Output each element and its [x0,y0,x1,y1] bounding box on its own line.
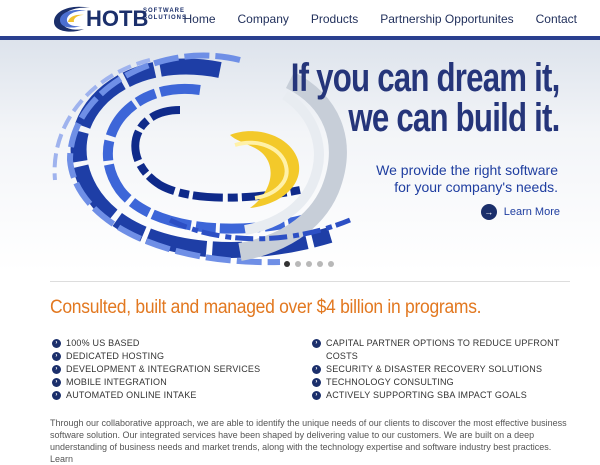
list-item-text: AUTOMATED ONLINE INTAKE [66,390,197,400]
nav-home[interactable]: Home [173,12,227,26]
list-item: › DEDICATED HOSTING [52,350,292,363]
chevron-right-icon: › [52,352,61,361]
hero-slider: If you can dream it, we can build it. We… [0,40,600,272]
list-item: › ACTIVELY SUPPORTING SBA IMPACT GOALS [312,389,562,402]
nav-contact[interactable]: Contact [525,12,588,26]
list-item-text: 100% US BASED [66,338,140,348]
chevron-right-icon: › [312,339,321,348]
list-item-text: DEVELOPMENT & INTEGRATION SERVICES [66,364,261,374]
chevron-right-icon: › [52,378,61,387]
logo-wordmark: HOTB [86,6,149,31]
arrow-right-icon: → [480,204,497,220]
hero-headline-line-2: we can build it. [348,96,561,140]
intro-paragraph: Through our collaborative approach, we a… [50,418,567,464]
list-item-text: DEDICATED HOSTING [66,351,165,361]
list-item: › 100% US BASED [52,337,292,350]
hero-headline-line-1: If you can dream it, [291,56,561,100]
section-divider [50,281,570,282]
chevron-right-icon: › [312,365,321,374]
list-item: › TECHNOLOGY CONSULTING [312,376,562,389]
chevron-right-icon: › [52,365,61,374]
features-list-left: › 100% US BASED › DEDICATED HOSTING › DEVEL… [52,337,292,402]
slider-dot-3[interactable] [306,261,312,267]
chevron-right-icon: › [312,378,321,387]
learn-more-label: Learn More [503,206,560,218]
slider-dot-4[interactable] [317,261,323,267]
nav-products[interactable]: Products [300,12,369,26]
chevron-right-icon: › [312,391,321,400]
nav-partnership-opportunities[interactable]: Partnership Opportunites [369,12,524,26]
slider-dot-1[interactable] [284,261,290,267]
list-item-text: ACTIVELY SUPPORTING SBA IMPACT GOALS [326,390,527,400]
slider-dot-2[interactable] [295,261,301,267]
hero-tagline-line-2: for your company's needs. [394,179,558,195]
features-list-right: › CAPITAL PARTNER OPTIONS TO REDUCE UPFRO… [312,337,562,402]
main-nav: Home Company Products Partnership Opport… [173,12,589,26]
slider-dot-5[interactable] [328,261,334,267]
list-item-text: SECURITY & DISASTER RECOVERY SOLUTIONS [326,364,543,374]
list-item: › SECURITY & DISASTER RECOVERY SOLUTIONS [312,363,562,376]
chevron-right-icon: › [52,339,61,348]
site-header: HOTB SOFTWARE SOLUTIONS Home Company Pro… [0,0,600,36]
section-title: Consulted, built and managed over $4 bil… [50,297,482,318]
slider-pagination [284,261,334,267]
list-item: › MOBILE INTEGRATION [52,376,292,389]
hero-tagline: We provide the right software for your c… [376,162,558,196]
learn-more-link[interactable]: → Learn More [480,204,560,220]
list-item-text: MOBILE INTEGRATION [66,377,167,387]
list-item-text: TECHNOLOGY CONSULTING [326,377,454,387]
hero-tagline-line-1: We provide the right software [376,162,558,178]
list-item: › DEVELOPMENT & INTEGRATION SERVICES [52,363,292,376]
hero-headline: If you can dream it, we can build it. [291,56,561,140]
list-item-text: CAPITAL PARTNER OPTIONS TO REDUCE UPFRON… [326,338,560,361]
list-item: › CAPITAL PARTNER OPTIONS TO REDUCE UPFRO… [312,337,562,363]
list-item: › AUTOMATED ONLINE INTAKE [52,389,292,402]
chevron-right-icon: › [52,391,61,400]
nav-company[interactable]: Company [227,12,300,26]
